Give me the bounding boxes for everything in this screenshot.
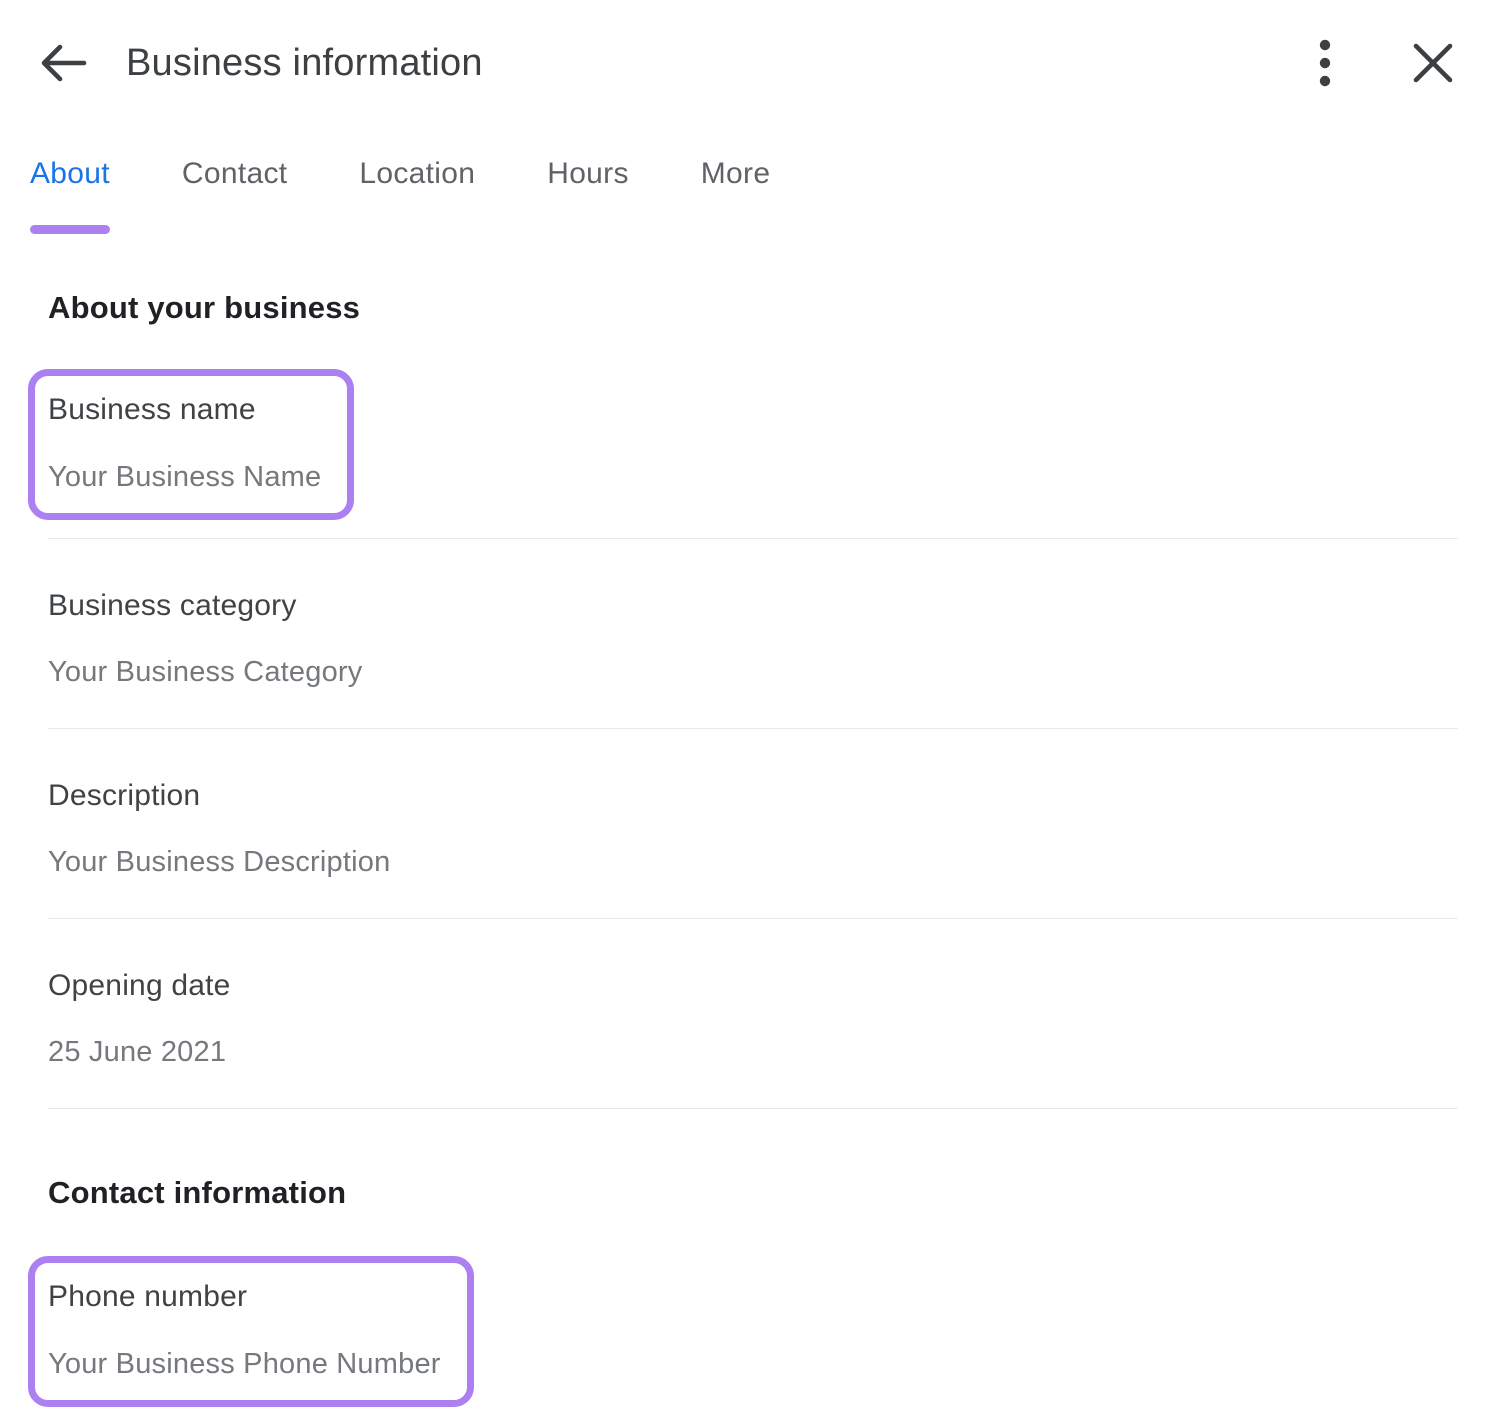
field-value: 25 June 2021	[48, 1035, 1458, 1069]
field-phone-number[interactable]: Phone number Your Business Phone Number	[28, 1256, 474, 1407]
tab-more[interactable]: More	[701, 156, 771, 234]
tab-about[interactable]: About	[30, 156, 110, 234]
back-button[interactable]	[36, 35, 92, 91]
overflow-menu-button[interactable]	[1297, 35, 1353, 91]
divider	[48, 728, 1458, 729]
field-value: Your Business Description	[48, 845, 1458, 879]
tab-contact[interactable]: Contact	[182, 156, 288, 234]
section-heading-about: About your business	[48, 290, 1458, 326]
topbar-actions	[1297, 35, 1461, 91]
field-business-category[interactable]: Business category Your Business Category	[48, 588, 1458, 689]
field-label: Description	[48, 778, 1458, 814]
field-label: Opening date	[48, 968, 1458, 1004]
field-business-name[interactable]: Business name Your Business Name	[28, 369, 354, 520]
divider	[48, 918, 1458, 919]
field-value: Your Business Phone Number	[48, 1347, 441, 1381]
divider	[48, 1108, 1458, 1109]
divider	[48, 538, 1458, 539]
business-info-panel: About your business Business name Your B…	[0, 290, 1507, 1407]
field-label: Phone number	[48, 1279, 441, 1315]
field-description[interactable]: Description Your Business Description	[48, 778, 1458, 879]
tab-location[interactable]: Location	[359, 156, 475, 234]
field-opening-date[interactable]: Opening date 25 June 2021	[48, 968, 1458, 1069]
arrow-left-icon	[38, 37, 90, 89]
tab-hours[interactable]: Hours	[547, 156, 629, 234]
close-button[interactable]	[1405, 35, 1461, 91]
field-label: Business name	[48, 392, 321, 428]
header: Business information	[0, 0, 1507, 92]
close-icon	[1410, 40, 1456, 86]
field-value: Your Business Name	[48, 460, 321, 494]
field-value: Your Business Category	[48, 655, 1458, 689]
page-title: Business information	[126, 42, 483, 85]
kebab-menu-icon	[1319, 37, 1331, 89]
section-heading-contact: Contact information	[48, 1175, 1458, 1211]
field-label: Business category	[48, 588, 1458, 624]
tab-bar: About Contact Location Hours More	[0, 156, 1507, 234]
